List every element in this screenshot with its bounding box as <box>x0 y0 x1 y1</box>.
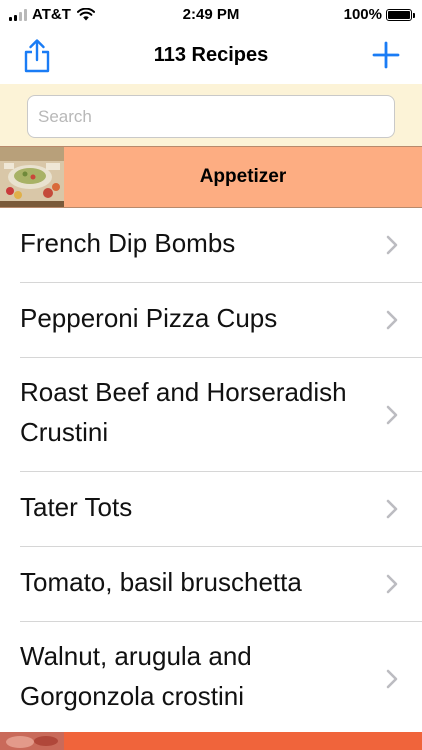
search-bar <box>0 84 422 146</box>
navigation-bar: 113 Recipes <box>0 30 422 84</box>
section-header-appetizer: Appetizer <box>0 146 422 208</box>
appetizer-photo <box>0 147 64 207</box>
recipe-title: Tater Tots <box>20 492 133 522</box>
status-right: 100% <box>343 6 415 23</box>
list-item[interactable]: French Dip Bombs <box>0 208 422 283</box>
list-item[interactable]: Pepperoni Pizza Cups <box>0 283 422 358</box>
plus-icon[interactable] <box>372 41 400 69</box>
chevron-right-icon <box>386 669 398 689</box>
recipe-title: Roast Beef and Horseradish Crustini <box>20 377 347 447</box>
battery-percent: 100% <box>343 6 382 23</box>
chevron-right-icon <box>386 499 398 519</box>
chevron-right-icon <box>386 310 398 330</box>
chevron-right-icon <box>386 405 398 425</box>
recipe-title: Tomato, basil bruschetta <box>20 567 302 597</box>
section-header-next <box>0 732 422 750</box>
chevron-right-icon <box>386 574 398 594</box>
page-title: 113 Recipes <box>153 44 269 66</box>
recipe-title: Walnut, arugula and Gorgonzola crostini <box>20 641 252 711</box>
battery-icon <box>386 8 415 21</box>
recipe-title: French Dip Bombs <box>20 228 236 258</box>
list-item[interactable]: Tomato, basil bruschetta <box>0 547 422 622</box>
chevron-right-icon <box>386 235 398 255</box>
recipe-list: French Dip Bombs Pepperoni Pizza Cups Ro… <box>0 208 422 736</box>
recipe-title: Pepperoni Pizza Cups <box>20 303 278 333</box>
section-photo <box>0 732 64 750</box>
status-bar: AT&T 2:49 PM 100% <box>0 0 422 30</box>
list-item[interactable]: Roast Beef and Horseradish Crustini <box>0 358 422 472</box>
list-item[interactable]: Walnut, arugula and Gorgonzola crostini <box>0 622 422 736</box>
list-item[interactable]: Tater Tots <box>0 472 422 547</box>
search-input[interactable] <box>27 95 395 138</box>
section-title: Appetizer <box>199 166 287 187</box>
